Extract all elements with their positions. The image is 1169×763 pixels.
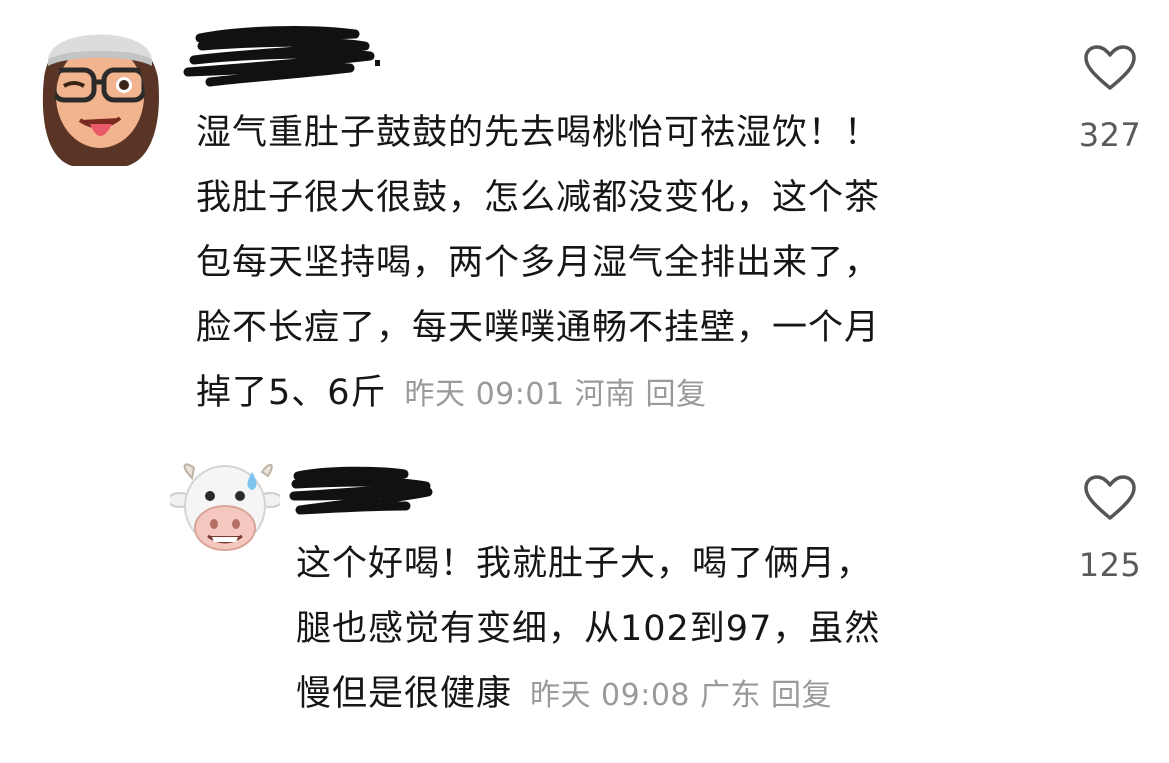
comment-line: 这个好喝！我就肚子大，喝了俩月， — [296, 544, 873, 584]
comment-line: 包每天坚持喝，两个多月湿气全排出来了， — [196, 243, 881, 283]
memoji-girl-glasses-icon — [42, 34, 159, 166]
comment-line: 我肚子很大很鼓，怎么减都没变化，这个茶 — [196, 178, 881, 218]
comment-location: 河南 — [574, 377, 636, 412]
comment-location: 广东 — [700, 678, 762, 713]
redacted-username[interactable] — [286, 462, 436, 522]
comment-line: 湿气重肚子鼓鼓的先去喝桃怡可祛湿饮！！ — [196, 113, 881, 153]
avatar[interactable] — [167, 458, 283, 558]
comment-text: 这个好喝！我就肚子大，喝了俩月， 腿也感觉有变细，从102到97，虽然 慢但是很… — [296, 532, 880, 727]
like-widget: 327 — [1070, 44, 1150, 154]
comment-line: 腿也感觉有变细，从102到97，虽然 — [296, 609, 881, 649]
comment-time: 昨天 09:08 — [530, 678, 691, 713]
like-count: 327 — [1078, 116, 1142, 154]
redacted-username[interactable] — [180, 20, 381, 90]
avatar[interactable] — [32, 8, 167, 168]
heart-icon[interactable] — [1083, 44, 1137, 92]
comment-line: 脸不长痘了，每天噗噗通畅不挂壁，一个月 — [196, 308, 881, 348]
like-widget: 125 — [1070, 474, 1150, 584]
comment-meta: 昨天 09:01 河南 回复 — [387, 377, 707, 412]
comment-line-last: 掉了5、6斤 昨天 09:01 河南 回复 — [196, 373, 707, 413]
reply-button[interactable]: 回复 — [646, 377, 707, 412]
cow-memoji-icon — [167, 463, 283, 551]
comment-meta: 昨天 09:08 广东 回复 — [512, 678, 832, 713]
like-count: 125 — [1078, 546, 1142, 584]
comment-line-last: 慢但是很健康 昨天 09:08 广东 回复 — [296, 674, 833, 714]
comment-text: 湿气重肚子鼓鼓的先去喝桃怡可祛湿饮！！ 我肚子很大很鼓，怎么减都没变化，这个茶 … — [196, 101, 880, 426]
heart-icon[interactable] — [1083, 474, 1137, 522]
comment-time: 昨天 09:01 — [404, 377, 565, 412]
reply-button[interactable]: 回复 — [771, 678, 832, 713]
